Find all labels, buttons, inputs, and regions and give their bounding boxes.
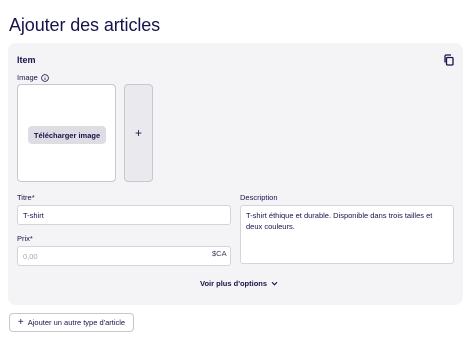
add-item-type-button[interactable]: + Ajouter un autre type d'article	[9, 313, 134, 332]
title-field-label: Titre*	[17, 193, 35, 202]
chevron-down-icon	[271, 280, 278, 287]
price-input[interactable]	[17, 246, 231, 266]
price-field-label: Prix*	[17, 234, 33, 243]
duplicate-item-button[interactable]	[443, 54, 455, 66]
description-field-label: Description	[240, 193, 278, 202]
image-label: Image	[17, 73, 38, 82]
currency-suffix: $CA	[212, 249, 227, 258]
more-options-button[interactable]: Voir plus d'options	[200, 279, 278, 288]
upload-image-button[interactable]: Télécharger image	[28, 126, 106, 144]
title-input[interactable]	[17, 205, 231, 225]
copy-icon	[443, 54, 455, 66]
plus-icon: +	[17, 316, 24, 328]
image-upload-zone[interactable]: Télécharger image	[17, 84, 116, 182]
item-card-title: Item	[17, 55, 36, 65]
info-icon[interactable]	[41, 73, 49, 82]
image-label-row: Image	[17, 73, 49, 82]
more-options-label: Voir plus d'options	[200, 279, 268, 288]
add-image-button[interactable]: +	[124, 84, 153, 182]
add-item-type-label: Ajouter un autre type d'article	[27, 318, 126, 327]
plus-icon: +	[134, 126, 142, 140]
description-textarea[interactable]: T-shirt éthique et durable. Disponible d…	[240, 205, 454, 264]
page-title: Ajouter des articles	[9, 15, 161, 35]
item-card: Item Image Télécharger image + Titre* Pr…	[8, 43, 463, 305]
